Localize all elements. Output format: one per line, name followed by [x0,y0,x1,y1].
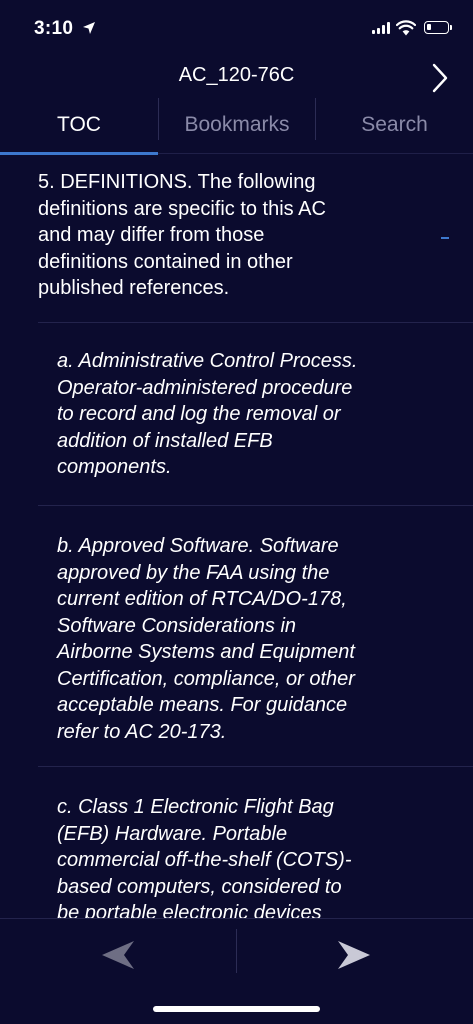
toc-line: be portable electronic devices [57,902,322,918]
home-indicator [153,1006,320,1012]
triangle-right-icon[interactable] [334,935,374,975]
toc-item-text: c. Class 1 Electronic Flight Bag (EFB) H… [57,794,457,918]
toc-line: published references. [38,277,230,299]
toc-line: current edition of RTCA/DO-178, [57,588,347,610]
toolbar-separator [236,929,237,973]
status-bar: 3:10 [0,0,473,56]
toc-item-text: 5. DEFINITIONS. The following definition… [38,169,438,302]
status-time: 3:10 [34,18,74,39]
bottom-toolbar [0,918,473,993]
tab-bar: TOC Bookmarks Search [0,96,473,156]
document-title: AC_120-76C [178,64,295,86]
tab-search[interactable]: Search [316,96,473,154]
toc-line: definitions contained in other [38,250,293,273]
toc-line: Software Considerations in [57,614,297,637]
cellular-signal-icon [372,22,390,34]
toc-line: components. [57,456,172,478]
collapse-icon[interactable] [441,237,449,239]
tab-toc[interactable]: TOC [0,96,158,154]
toc-item-text: a. Administrative Control Process. Opera… [57,348,457,481]
toc-item-approved-software[interactable]: b. Approved Software. Software approved … [0,506,473,766]
toc-line: Certification, compliance, or other [57,667,355,690]
tab-bookmarks[interactable]: Bookmarks [159,96,315,154]
toc-line: to record and log the removal or [57,403,341,425]
toc-list[interactable]: 5. DEFINITIONS. The following definition… [0,156,473,918]
toc-line: Operator-administered procedure [57,376,353,399]
tab-bar-underline [158,153,473,154]
toc-line: and may differ from those [38,224,265,246]
toc-line: Airborne Systems and Equipment [57,641,355,663]
battery-icon [424,21,452,34]
chevron-right-icon[interactable] [428,62,452,94]
toc-line: addition of installed EFB [57,429,273,452]
toc-line: a. Administrative Control Process. [57,350,358,372]
toc-line: refer to AC 20-173. [57,720,227,743]
toc-line: acceptable means. For guidance [57,694,348,716]
toc-line: c. Class 1 Electronic Flight Bag [57,796,334,818]
active-tab-indicator [0,152,158,155]
toc-line: b. Approved Software. Software [57,535,339,557]
toc-item-definitions[interactable]: 5. DEFINITIONS. The following definition… [0,156,473,322]
toc-line: based computers, considered to [57,875,342,898]
toc-line: 5. DEFINITIONS. The following [38,171,316,193]
toc-line: commercial off-the-shelf (COTS)- [57,849,352,871]
toc-item-administrative-control-process[interactable]: a. Administrative Control Process. Opera… [0,323,473,505]
toc-line: approved by the FAA using the [57,561,330,584]
location-arrow-icon [83,22,95,34]
wifi-icon [396,20,416,36]
toc-line: definitions are specific to this AC [38,197,326,220]
triangle-left-icon[interactable] [98,935,138,975]
toc-item-class-1-efb-hardware[interactable]: c. Class 1 Electronic Flight Bag (EFB) H… [0,767,473,918]
toc-item-text: b. Approved Software. Software approved … [57,533,467,745]
toc-line: (EFB) Hardware. Portable [57,822,288,845]
